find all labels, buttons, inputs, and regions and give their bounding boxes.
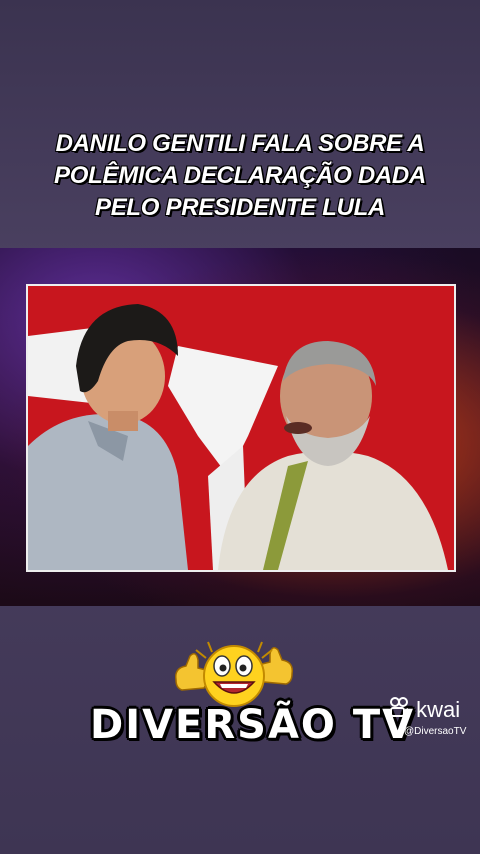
kwai-logo-icon: [388, 696, 410, 724]
kwai-watermark: kwai: [388, 696, 460, 724]
kwai-platform-label: kwai: [416, 697, 461, 723]
headline-line-2: POLÊMICA DECLARAÇÃO DADA: [54, 162, 426, 189]
kwai-channel-handle: @DiversaoTV: [404, 726, 467, 737]
headline-line-3: PELO PRESIDENTE LULA: [94, 194, 386, 221]
video-frame[interactable]: [26, 284, 456, 572]
channel-brand-title: DIVERSÃO TV: [90, 702, 416, 748]
headline-line-1: DANILO GENTILI FALA SOBRE A: [55, 130, 425, 157]
video-still-image: [28, 286, 454, 570]
video-headline: DANILO GENTILI FALA SOBRE A POLÊMICA DEC…: [0, 128, 480, 224]
